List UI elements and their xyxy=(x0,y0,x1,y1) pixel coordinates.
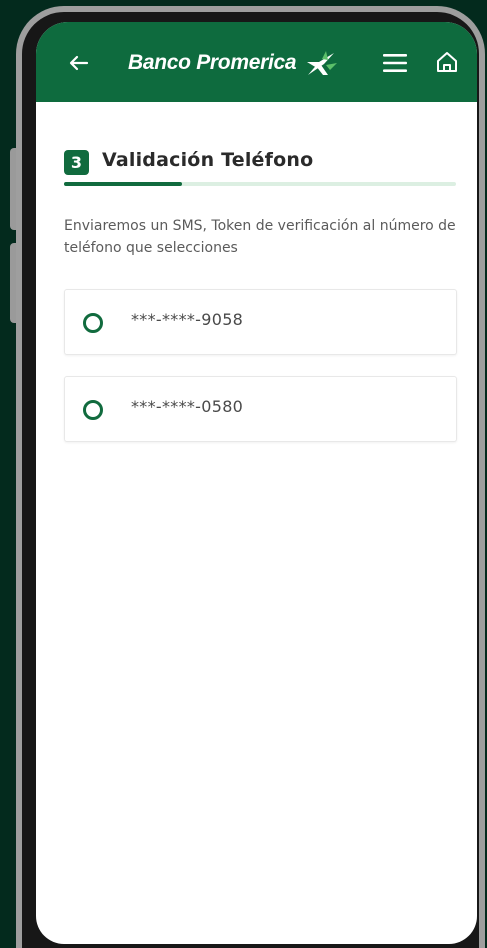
menu-button[interactable] xyxy=(382,52,408,74)
radio-button[interactable] xyxy=(83,313,103,333)
phone-option[interactable]: ***-****-9058 xyxy=(64,289,457,355)
step-progress-fill xyxy=(64,182,182,186)
phone-number-label: ***-****-0580 xyxy=(131,397,244,416)
step-progress-bar xyxy=(64,182,456,186)
back-button[interactable] xyxy=(66,50,92,76)
phone-option[interactable]: ***-****-0580 xyxy=(64,376,457,442)
phone-frame: Banco Promerica 3 Validación Teléfono En… xyxy=(16,6,485,948)
app-screen: Banco Promerica 3 Validación Teléfono En… xyxy=(36,22,477,944)
radio-button[interactable] xyxy=(83,400,103,420)
phone-bezel: Banco Promerica 3 Validación Teléfono En… xyxy=(22,12,479,948)
app-header: Banco Promerica xyxy=(36,22,477,102)
home-button[interactable] xyxy=(434,49,460,75)
brand-star-icon xyxy=(307,51,338,75)
instruction-text: Enviaremos un SMS, Token de verificación… xyxy=(64,218,456,256)
arrow-left-icon xyxy=(69,55,89,71)
brand-name: Banco Promerica xyxy=(128,51,297,74)
brand-logo: Banco Promerica xyxy=(128,48,338,78)
hamburger-menu-icon xyxy=(383,54,407,72)
phone-number-label: ***-****-9058 xyxy=(131,310,244,329)
home-icon xyxy=(437,52,457,72)
step-title: Validación Teléfono xyxy=(102,149,314,171)
step-number-badge: 3 xyxy=(64,150,89,175)
